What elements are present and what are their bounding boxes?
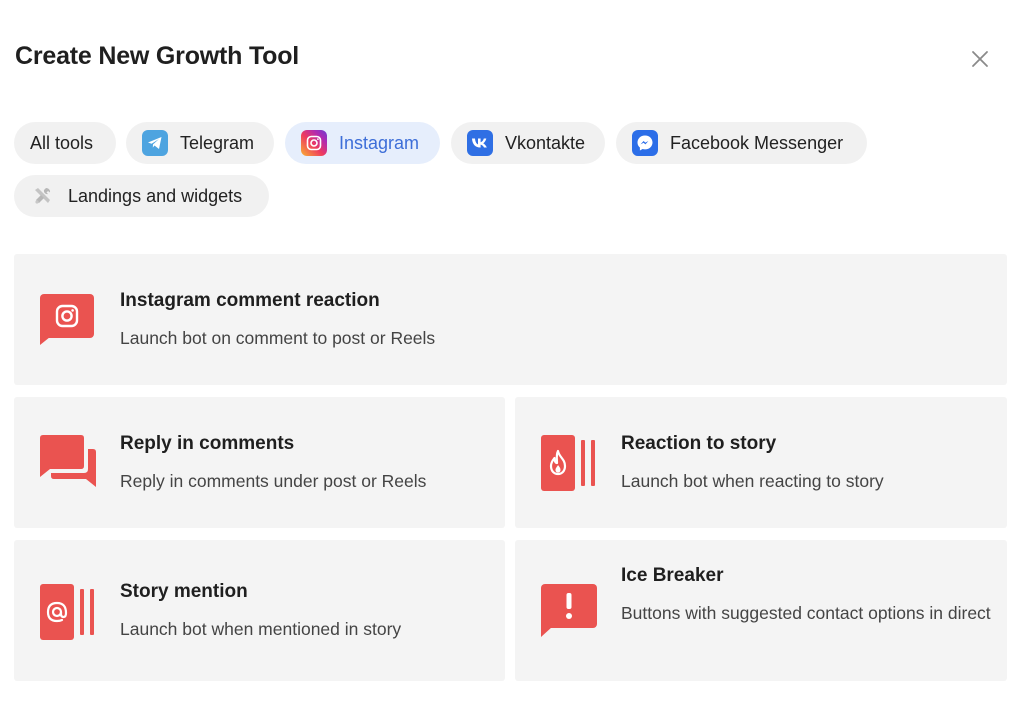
- instagram-bubble-icon: [40, 294, 94, 345]
- close-icon: [972, 51, 988, 67]
- tool-card-title: Ice Breaker: [621, 565, 724, 586]
- tool-card-title: Story mention: [120, 581, 248, 602]
- tool-card-reaction-to-story[interactable]: Reaction to story Launch bot when reacti…: [515, 397, 1007, 528]
- tool-card-ice-breaker[interactable]: Ice Breaker Buttons with suggested conta…: [515, 540, 1007, 681]
- vk-icon: [467, 130, 493, 156]
- filter-chip-vkontakte[interactable]: Vkontakte: [451, 122, 605, 164]
- story-mention-icon: [40, 584, 94, 640]
- filter-chip-label: Instagram: [339, 133, 420, 153]
- messenger-icon: [632, 130, 658, 156]
- story-fire-icon: [541, 435, 595, 491]
- tool-card-title: Reaction to story: [621, 433, 777, 454]
- tool-card-story-mention[interactable]: Story mention Launch bot when mentioned …: [14, 540, 505, 681]
- dialog-header: Create New Growth Tool: [15, 40, 1009, 80]
- filter-chip-instagram[interactable]: Instagram: [285, 122, 440, 164]
- tool-card-description: Launch bot when mentioned in story: [120, 619, 402, 639]
- tool-card-description: Reply in comments under post or Reels: [120, 471, 427, 491]
- filter-chip-landings-and-widgets[interactable]: Landings and widgets: [14, 175, 269, 217]
- filter-chip-all-tools[interactable]: All tools: [14, 122, 116, 164]
- filter-chip-telegram[interactable]: Telegram: [126, 122, 274, 164]
- filter-chip-facebook-messenger[interactable]: Facebook Messenger: [616, 122, 867, 164]
- close-button[interactable]: [968, 47, 992, 71]
- filter-chip-label: Facebook Messenger: [670, 133, 844, 153]
- filter-chip-label: All tools: [30, 133, 94, 153]
- tool-card-title: Reply in comments: [120, 433, 295, 454]
- dialog-title: Create New Growth Tool: [15, 42, 300, 70]
- tool-card-description: Launch bot on comment to post or Reels: [120, 328, 436, 348]
- filter-chip-label: Telegram: [180, 133, 255, 153]
- tool-card-description: Buttons with suggested contact options i…: [621, 603, 991, 623]
- tool-card-instagram-comment-reaction[interactable]: Instagram comment reaction Launch bot on…: [14, 254, 1007, 385]
- telegram-icon: [142, 130, 168, 156]
- tool-card-title: Instagram comment reaction: [120, 290, 380, 311]
- filter-chip-label: Landings and widgets: [68, 186, 243, 206]
- tools-icon: [30, 183, 56, 209]
- instagram-icon: [301, 130, 327, 156]
- tool-card-reply-in-comments[interactable]: Reply in comments Reply in comments unde…: [14, 397, 505, 528]
- filter-chip-label: Vkontakte: [505, 133, 586, 153]
- chat-bubbles-icon: [40, 435, 96, 487]
- tool-card-description: Launch bot when reacting to story: [621, 471, 884, 491]
- exclamation-bubble-icon: [541, 584, 597, 637]
